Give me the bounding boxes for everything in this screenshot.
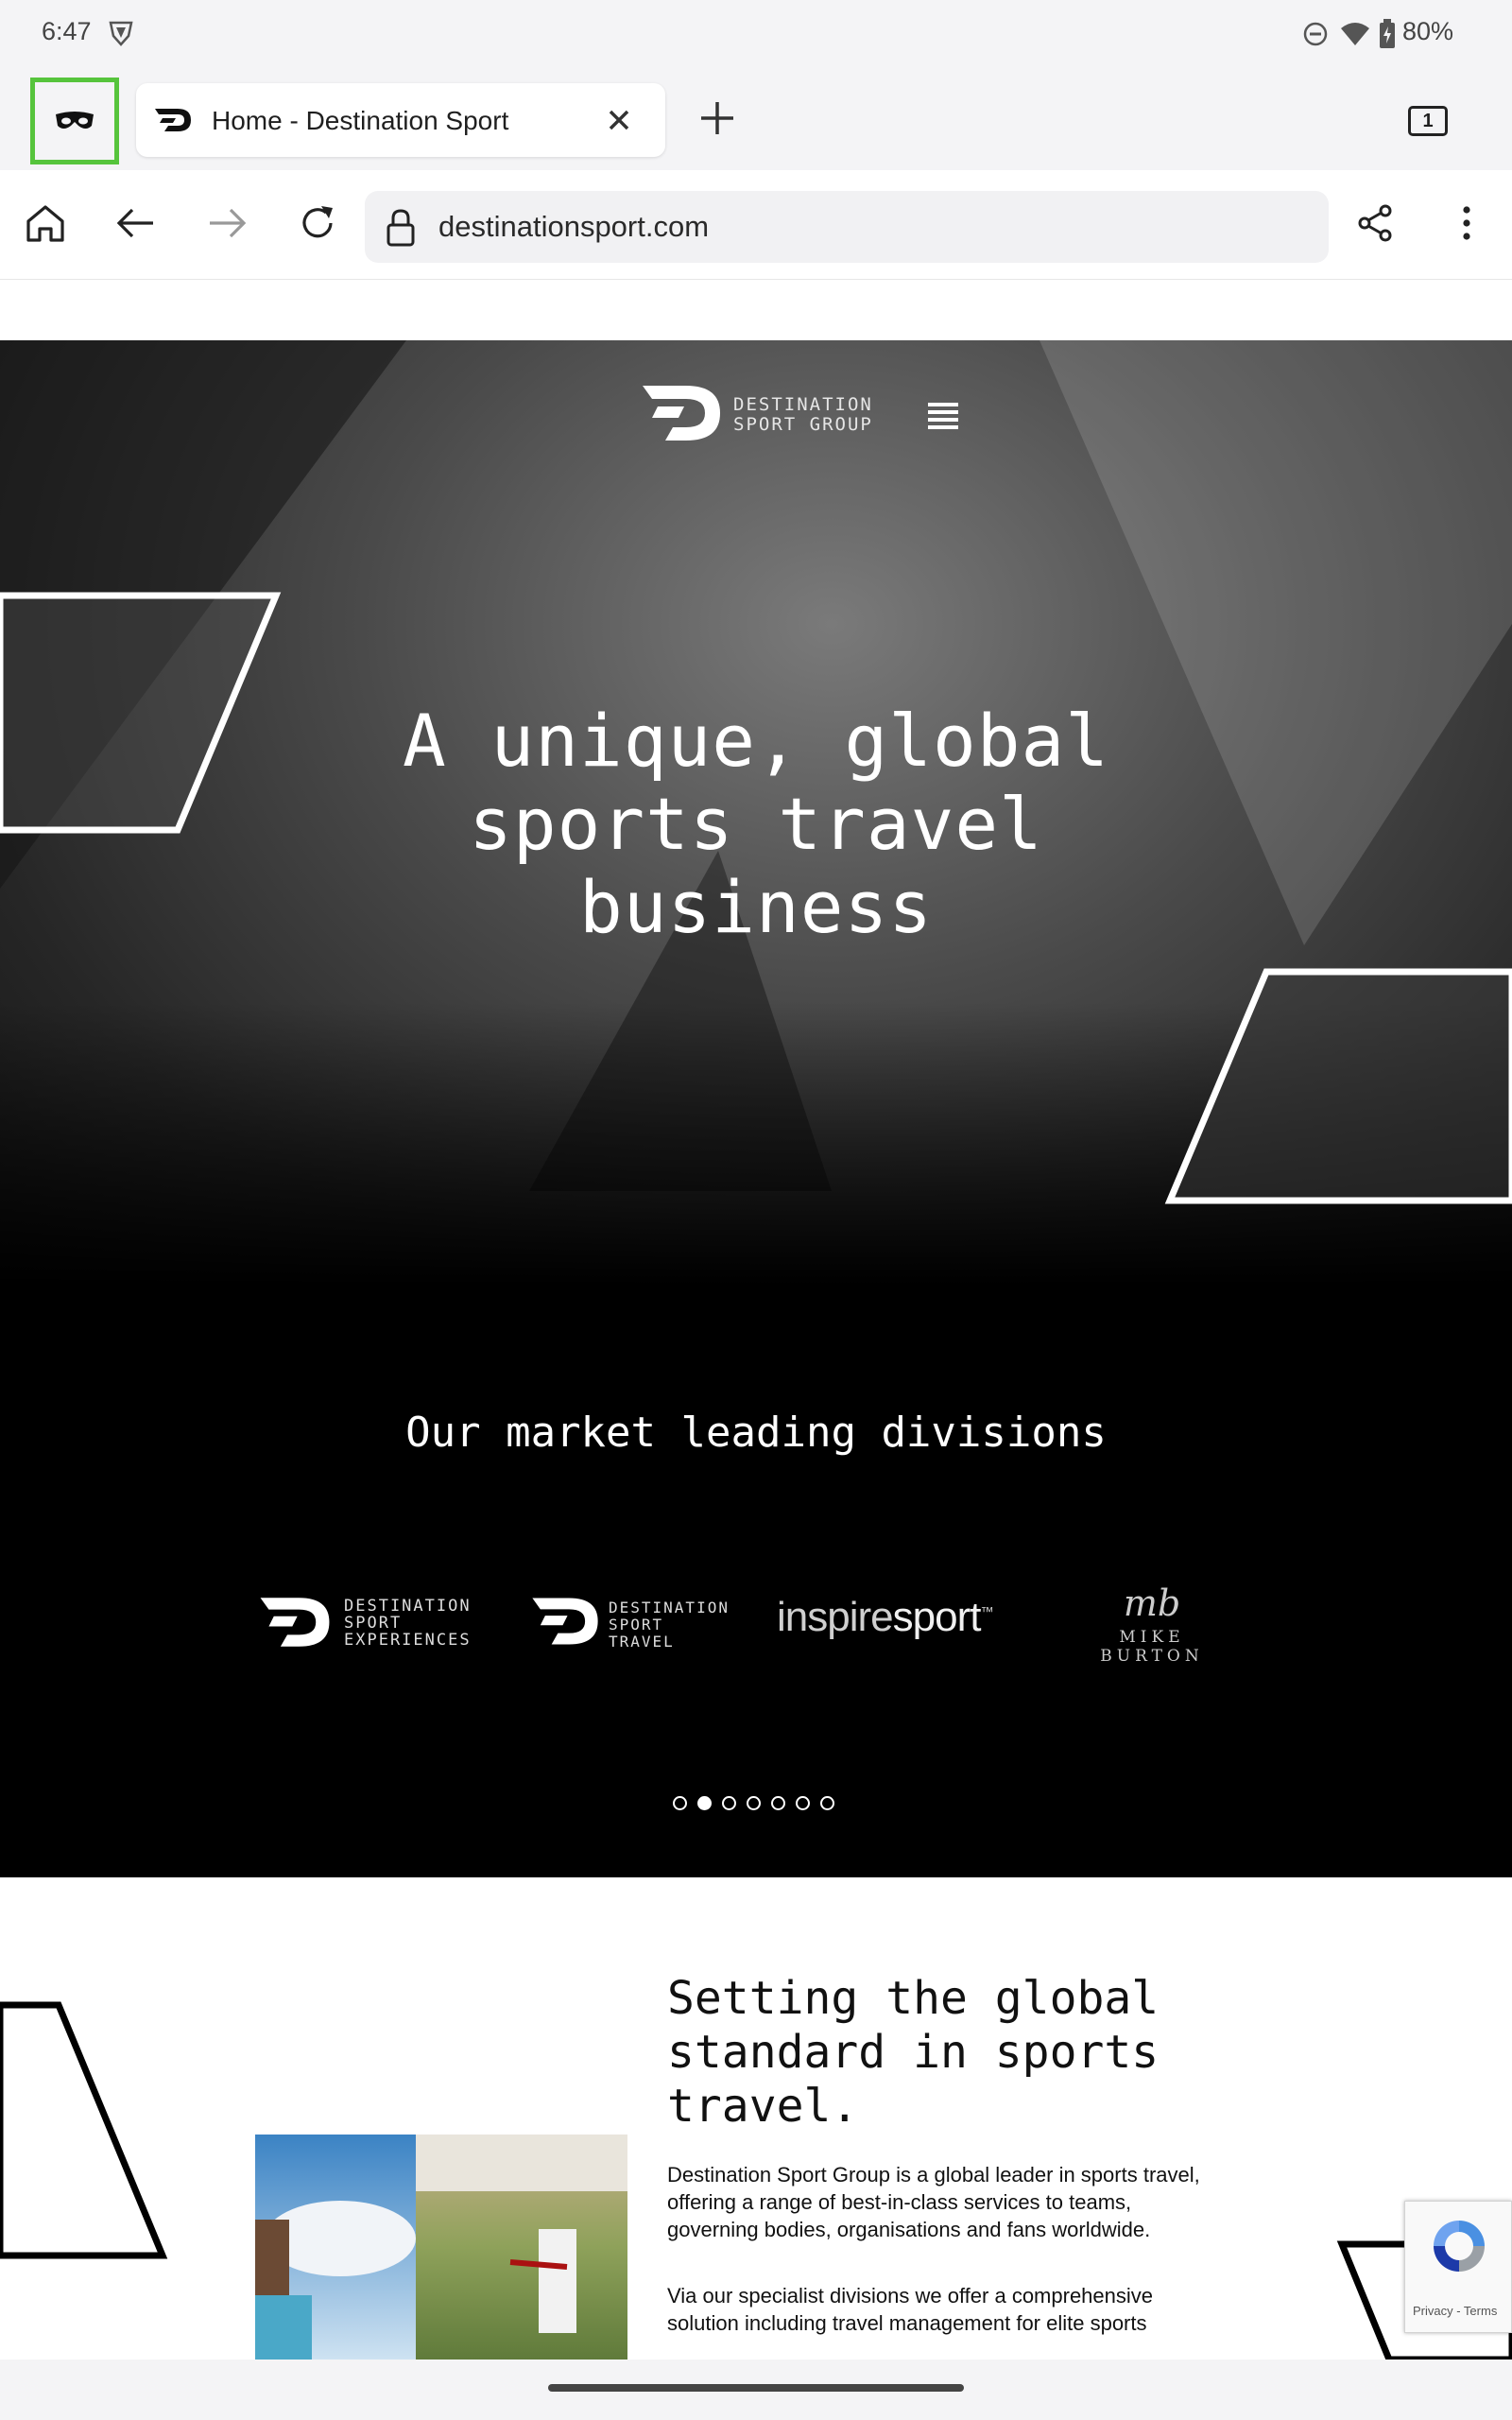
about-title: Setting the global standard in sports tr… [667,1972,1160,2133]
incognito-button[interactable] [30,78,119,164]
ds-logo-mark [532,1598,598,1645]
browser-toolbar: destinationsport.com [0,170,1512,280]
forward-arrow-icon[interactable] [202,199,251,248]
mike-burton-name: MIKE BURTON [1100,1628,1204,1666]
destination-sport-group-logo[interactable] [639,382,724,444]
web-page: DESTINATION SPORT GROUP A unique, global… [0,280,1512,2360]
team-photo [255,2135,627,2360]
share-icon[interactable] [1351,199,1400,248]
logo-text: DESTINATION SPORT GROUP [733,394,873,435]
do-not-disturb-icon [1303,22,1328,46]
inspiresport-logo[interactable]: inspiresport™ [777,1594,993,1641]
tab-title: Home - Destination Sport [212,106,509,135]
trademark: ™ [980,1603,993,1619]
carousel-dot[interactable] [820,1796,834,1810]
home-icon[interactable] [21,199,70,248]
carousel-dot[interactable] [697,1796,712,1810]
back-arrow-icon[interactable] [112,199,161,248]
url-text: destinationsport.com [438,210,710,243]
recaptcha-links[interactable]: Privacy - Terms [1413,2304,1497,2318]
status-bar: 6:47 80% [0,0,1512,68]
lock-icon [387,209,415,247]
about-paragraph-2: Via our specialist divisions we offer a … [667,2284,1154,2335]
carousel-dot[interactable] [673,1796,687,1810]
destination-sport-experiences-logo[interactable]: DESTINATION SPORT EXPERIENCES [257,1588,474,1664]
inspire-text: inspire [777,1594,894,1640]
decorative-parallelogram-left [0,2001,168,2259]
carousel-dot[interactable] [722,1796,736,1810]
recaptcha-badge[interactable]: Privacy - Terms [1404,2201,1512,2333]
plus-icon[interactable] [696,96,739,140]
status-time: 6:47 [42,17,92,45]
divisions-section: Our market leading divisions DESTINATION… [0,1286,1512,1877]
wifi-icon [1341,23,1369,45]
ds-logo-mark [260,1598,330,1647]
shield-icon [109,21,133,46]
close-icon[interactable] [599,100,639,140]
incognito-icon [56,112,94,129]
mike-burton-logo[interactable]: mb MIKE BURTON [1072,1582,1232,1666]
divisions-heading: Our market leading divisions [405,1409,1107,1457]
about-section: Setting the global standard in sports tr… [0,1877,1512,2360]
carousel-dot[interactable] [747,1796,761,1810]
recaptcha-icon [1434,2221,1485,2272]
site-favicon [155,109,191,131]
carousel-dot[interactable] [796,1796,810,1810]
division-name: DESTINATION SPORT EXPERIENCES [344,1597,472,1650]
reload-icon[interactable] [293,199,342,248]
hamburger-menu-icon[interactable] [926,399,960,433]
division-name: DESTINATION SPORT TRAVEL [609,1599,730,1651]
tab-home-destination-sport[interactable]: Home - Destination Sport [136,83,665,157]
address-bar[interactable]: destinationsport.com [365,191,1329,263]
destination-sport-travel-logo[interactable]: DESTINATION SPORT TRAVEL [529,1588,728,1664]
hero-section: DESTINATION SPORT GROUP A unique, global… [0,340,1512,1286]
system-nav-bar [0,2360,1512,2420]
battery-icon [1380,19,1395,48]
battery-percent: 80% [1402,17,1454,45]
tab-switcher-button[interactable]: 1 [1408,106,1448,136]
gesture-handle[interactable] [548,2384,964,2392]
more-vert-icon[interactable] [1442,199,1491,248]
tab-strip: Home - Destination Sport 1 [0,68,1512,170]
sport-text: sport [892,1594,982,1640]
hero-headline: A unique, global sports travel business [402,699,1110,949]
mike-burton-monogram: mb [1123,1582,1181,1624]
carousel-dot[interactable] [771,1796,785,1810]
about-paragraph-1: Destination Sport Group is a global lead… [667,2163,1200,2241]
